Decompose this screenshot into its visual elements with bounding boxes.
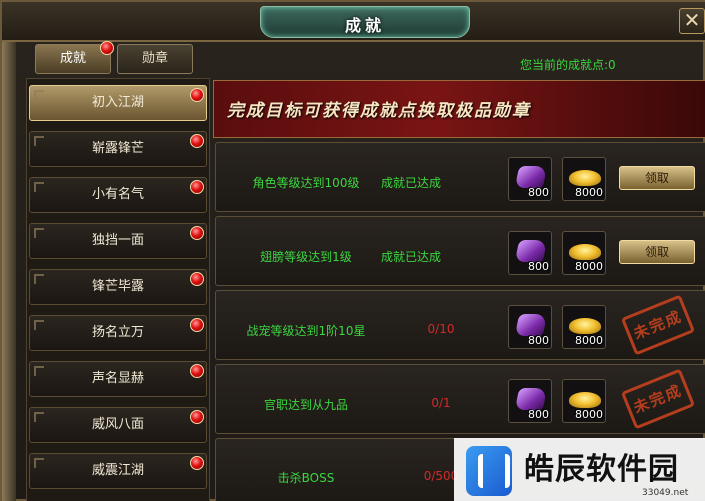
site-watermark: 皓辰软件园 33049.net xyxy=(454,438,705,501)
notification-dot-icon xyxy=(190,456,204,470)
gold-ingot-icon xyxy=(569,170,601,186)
claim-button[interactable]: 领取 xyxy=(619,240,695,264)
left-ornament xyxy=(2,2,16,501)
sidebar-item-du-dang-yi-mian[interactable]: 独挡一面 xyxy=(29,223,207,259)
achievement-row: 翅膀等级达到1级 成就已达成 800 8000 领取 xyxy=(215,216,705,286)
sidebar-item-label: 锋芒毕露 xyxy=(91,279,144,294)
corner-ornament-icon xyxy=(34,366,44,376)
incomplete-stamp: 未完成 xyxy=(620,368,696,430)
watermark-url: 33049.net xyxy=(642,488,689,498)
reward-quantity: 8000 xyxy=(575,408,603,421)
sidebar-item-label: 独挡一面 xyxy=(91,233,144,248)
reward-slot[interactable]: 800 xyxy=(508,157,552,201)
category-sidebar: 初入江湖 崭露锋芒 小有名气 独挡一面 锋芒毕露 扬名立万 声名显赫 威风八面 … xyxy=(26,78,210,501)
corner-ornament-icon xyxy=(34,182,44,192)
reward-slot[interactable]: 8000 xyxy=(562,157,606,201)
tab-achievement[interactable]: 成就 xyxy=(35,41,114,74)
notification-dot-icon xyxy=(190,364,204,378)
notification-dot-icon xyxy=(190,88,204,102)
purple-scroll-icon xyxy=(514,166,548,188)
reward-quantity: 8000 xyxy=(575,334,603,347)
sidebar-item-wei-feng-ba-mian[interactable]: 威风八面 xyxy=(29,407,207,443)
corner-ornament-icon xyxy=(34,228,44,238)
notification-dot-icon xyxy=(190,226,204,240)
sidebar-item-yang-ming-li-wan[interactable]: 扬名立万 xyxy=(29,315,207,351)
sidebar-item-sheng-ming-xian-he[interactable]: 声名显赫 xyxy=(29,361,207,397)
gold-ingot-icon xyxy=(569,392,601,408)
notification-dot-icon xyxy=(190,318,204,332)
corner-ornament-icon xyxy=(34,274,44,284)
sidebar-item-wei-zhen-jiang-hu[interactable]: 威震江湖 xyxy=(29,453,207,489)
sidebar-item-label: 扬名立万 xyxy=(91,325,144,340)
notification-dot-icon xyxy=(190,134,204,148)
reward-quantity: 8000 xyxy=(575,186,603,199)
tab-medal[interactable]: 勋章 xyxy=(117,44,193,74)
reward-slot[interactable]: 8000 xyxy=(562,305,606,349)
achievement-row: 官职达到从九品 0/1 800 8000 未完成 xyxy=(215,364,705,434)
sidebar-item-zhan-lu-feng-mang[interactable]: 崭露锋芒 xyxy=(29,131,207,167)
achievement-status: 成就已达成 xyxy=(380,250,441,264)
reward-slot[interactable]: 800 xyxy=(508,305,552,349)
notification-dot-icon xyxy=(100,41,114,55)
close-button[interactable]: ✕ xyxy=(679,8,705,34)
banner-text: 完成目标可获得成就点换取极品勋章 xyxy=(227,101,531,121)
corner-ornament-icon xyxy=(34,458,44,468)
sidebar-item-label: 初入江湖 xyxy=(91,95,144,110)
gold-ingot-icon xyxy=(569,318,601,334)
reward-quantity: 800 xyxy=(528,334,549,347)
corner-ornament-icon xyxy=(34,90,44,100)
reward-quantity: 800 xyxy=(528,408,549,421)
corner-ornament-icon xyxy=(34,320,44,330)
sidebar-item-label: 威风八面 xyxy=(91,417,144,432)
site-logo-icon xyxy=(466,446,512,496)
achievement-progress: 0/10 xyxy=(427,322,455,336)
achievement-window: 成就 ✕ 成就 勋章 您当前的成就点:0 初入江湖 崭露锋芒 小有名气 独挡一面 xyxy=(0,0,705,501)
notification-dot-icon xyxy=(190,180,204,194)
sidebar-item-xiao-you-ming-qi[interactable]: 小有名气 xyxy=(29,177,207,213)
reward-slot[interactable]: 8000 xyxy=(562,231,606,275)
reward-quantity: 800 xyxy=(528,260,549,273)
achievement-status: 成就已达成 xyxy=(380,176,441,190)
sidebar-item-label: 崭露锋芒 xyxy=(91,141,144,156)
notification-dot-icon xyxy=(190,410,204,424)
watermark-title: 皓辰软件园 xyxy=(524,452,679,487)
window-title: 成就 xyxy=(344,16,385,35)
corner-ornament-icon xyxy=(34,136,44,146)
sidebar-item-label: 小有名气 xyxy=(91,187,144,202)
sidebar-item-label: 威震江湖 xyxy=(91,463,144,478)
notification-dot-icon xyxy=(190,272,204,286)
sidebar-item-label: 声名显赫 xyxy=(91,371,144,386)
achievement-title: 击杀BOSS xyxy=(277,471,335,485)
tab-medal-label: 勋章 xyxy=(141,51,168,66)
purple-scroll-icon xyxy=(514,388,548,410)
achievement-points: 您当前的成就点:0 xyxy=(520,58,616,72)
reward-slot[interactable]: 8000 xyxy=(562,379,606,423)
corner-ornament-icon xyxy=(34,412,44,422)
purple-scroll-icon xyxy=(514,314,548,336)
achievement-title: 官职达到从九品 xyxy=(263,398,348,412)
purple-scroll-icon xyxy=(514,240,548,262)
achievement-row: 角色等级达到100级 成就已达成 800 8000 领取 xyxy=(215,142,705,212)
achievement-title: 战宠等级达到1阶10星 xyxy=(246,324,366,338)
reward-quantity: 800 xyxy=(528,186,549,199)
reward-quantity: 8000 xyxy=(575,260,603,273)
tab-achievement-label: 成就 xyxy=(59,51,86,66)
reward-slot[interactable]: 800 xyxy=(508,231,552,275)
achievement-progress: 0/1 xyxy=(431,396,451,410)
achievement-row: 战宠等级达到1阶10星 0/10 800 8000 未完成 xyxy=(215,290,705,360)
reward-slot[interactable]: 800 xyxy=(508,379,552,423)
gold-ingot-icon xyxy=(569,244,601,260)
claim-button[interactable]: 领取 xyxy=(619,166,695,190)
sidebar-item-feng-mang-bi-lu[interactable]: 锋芒毕露 xyxy=(29,269,207,305)
incomplete-stamp: 未完成 xyxy=(620,294,696,356)
sidebar-item-chu-ru-jiang-hu[interactable]: 初入江湖 xyxy=(29,85,207,121)
